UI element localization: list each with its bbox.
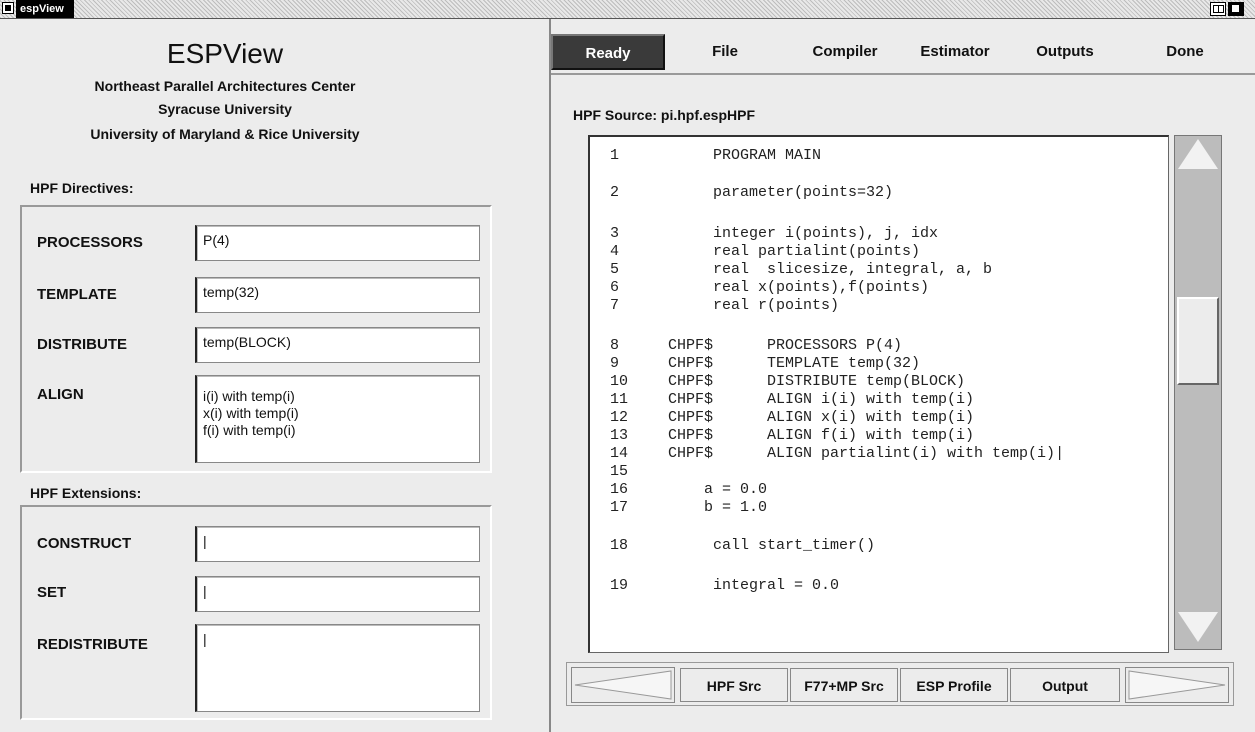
tab-output[interactable]: Output (1010, 668, 1120, 702)
line-text: PROGRAM MAIN (668, 147, 822, 164)
header-line-1: Northeast Parallel Architectures Center (94, 78, 356, 94)
redistribute-label: REDISTRIBUTE (37, 636, 148, 653)
line-number: 8 (610, 337, 620, 354)
line-text: real partialint(points) (668, 243, 921, 260)
line-number: 2 (610, 184, 620, 201)
maximize-icon[interactable] (1210, 2, 1226, 16)
source-code-view[interactable]: 1 PROGRAM MAIN 2 parameter(points=32) 3 in… (588, 135, 1169, 653)
menu-done[interactable]: Done (1140, 34, 1230, 70)
line-number: 3 (610, 225, 620, 242)
line-number: 17 (610, 499, 629, 516)
construct-input[interactable]: | (195, 526, 480, 562)
line-number: 11 (610, 391, 629, 408)
line-text: integer i(points), j, idx (668, 225, 939, 242)
line-text: b = 1.0 (668, 499, 768, 516)
line-text: integral = 0.0 (668, 577, 840, 594)
line-number: 12 (610, 409, 629, 426)
line-number: 19 (610, 577, 629, 594)
line-number: 16 (610, 481, 629, 498)
previous-tab-arrow-icon[interactable] (571, 667, 675, 703)
line-text: CHPF$ PROCESSORS P(4) (668, 337, 903, 354)
menu-compiler[interactable]: Compiler (790, 34, 900, 70)
distribute-input[interactable]: temp(BLOCK) (195, 327, 480, 363)
line-number: 7 (610, 297, 620, 314)
line-number: 13 (610, 427, 629, 444)
vertical-scrollbar[interactable] (1174, 135, 1222, 650)
template-label: TEMPLATE (37, 286, 117, 303)
line-text: CHPF$ TEMPLATE temp(32) (668, 355, 921, 372)
line-number: 18 (610, 537, 629, 554)
line-text: CHPF$ DISTRIBUTE temp(BLOCK) (668, 373, 966, 390)
distribute-label: DISTRIBUTE (37, 336, 127, 353)
processors-input[interactable]: P(4) (195, 225, 480, 261)
line-text: call start_timer() (668, 537, 876, 554)
menu-estimator[interactable]: Estimator (905, 34, 1005, 70)
redistribute-input[interactable]: | (195, 624, 480, 712)
template-input[interactable]: temp(32) (195, 277, 480, 313)
line-text: real x(points),f(points) (668, 279, 930, 296)
line-text: CHPF$ ALIGN x(i) with temp(i) (668, 409, 975, 426)
menu-outputs[interactable]: Outputs (1015, 34, 1115, 70)
construct-label: CONSTRUCT (37, 535, 132, 552)
tab-f77-mp-src[interactable]: F77+MP Src (790, 668, 898, 702)
line-number: 6 (610, 279, 620, 296)
set-input[interactable]: | (195, 576, 480, 612)
header-line-2: Syracuse University (158, 101, 292, 117)
header-line-3: University of Maryland & Rice University (90, 126, 360, 142)
line-number: 4 (610, 243, 620, 260)
line-number: 9 (610, 355, 620, 372)
menu-file[interactable]: File (680, 34, 770, 70)
tab-esp-profile[interactable]: ESP Profile (900, 668, 1008, 702)
line-number: 1 (610, 147, 620, 164)
line-text: a = 0.0 (668, 481, 768, 498)
line-number: 5 (610, 261, 620, 278)
hpf-directives-label: HPF Directives: (30, 180, 134, 196)
scrollbar-thumb[interactable] (1177, 297, 1219, 385)
line-text: real r(points) (668, 297, 840, 314)
align-input[interactable]: i(i) with temp(i) x(i) with temp(i) f(i)… (195, 375, 480, 463)
line-number: 10 (610, 373, 629, 390)
close-icon[interactable] (1228, 2, 1244, 16)
set-label: SET (37, 584, 67, 601)
processors-label: PROCESSORS (37, 234, 143, 251)
line-text: CHPF$ ALIGN f(i) with temp(i) (668, 427, 975, 444)
line-number: 14 (610, 445, 629, 462)
tab-hpf-src[interactable]: HPF Src (680, 668, 788, 702)
window-title: espView (16, 0, 74, 18)
line-text: parameter(points=32) (668, 184, 894, 201)
app-title: ESPView (166, 38, 284, 69)
scroll-up-arrow-icon[interactable] (1178, 139, 1218, 169)
next-tab-arrow-icon[interactable] (1125, 667, 1229, 703)
align-label: ALIGN (37, 386, 84, 403)
menu-ready[interactable]: Ready (551, 34, 665, 70)
window-title-bar[interactable] (0, 0, 1255, 19)
scroll-down-arrow-icon[interactable] (1178, 612, 1218, 642)
hpf-extensions-label: HPF Extensions: (30, 485, 142, 501)
line-text: CHPF$ ALIGN i(i) with temp(i) (668, 391, 975, 408)
window-menu-icon[interactable] (2, 2, 14, 14)
line-text: real slicesize, integral, a, b (668, 261, 993, 278)
source-file-label: HPF Source: pi.hpf.espHPF (573, 107, 756, 123)
line-text: CHPF$ ALIGN partialint(i) with temp(i)| (668, 445, 1065, 462)
line-number: 15 (610, 463, 629, 480)
